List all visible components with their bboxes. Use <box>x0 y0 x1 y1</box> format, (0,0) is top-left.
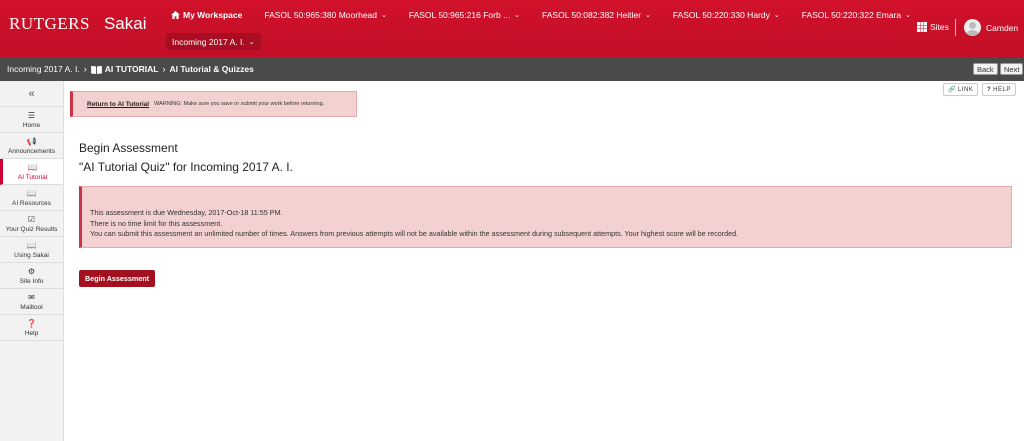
site-tabs: My Workspace FASOL 50:965:380 Moorhead ⌄… <box>171 10 933 20</box>
chevron-down-icon[interactable]: ⌄ <box>774 11 780 19</box>
tool-site-info[interactable]: ⚙ Site Info <box>0 263 63 289</box>
back-button[interactable]: Back <box>973 63 998 75</box>
breadcrumb-tool[interactable]: AI TUTORIAL <box>105 64 159 74</box>
tool-label: Site Info <box>19 277 44 285</box>
next-button[interactable]: Next <box>1000 63 1024 75</box>
megaphone-icon: 📢 <box>26 136 37 146</box>
current-site-tab[interactable]: Incoming 2017 A. I. ⌄ <box>166 33 261 50</box>
tool-your-quiz-results[interactable]: ☑ Your Quiz Results <box>0 211 63 237</box>
site-tab-label: FASOL 50:220:322 Emara <box>801 10 902 20</box>
tool-announcements[interactable]: 📢 Announcements <box>0 133 63 159</box>
site-tab-emara[interactable]: FASOL 50:220:322 Emara ⌄ <box>802 10 911 20</box>
page-title: Begin Assessment <box>79 141 178 155</box>
site-tab-label: FASOL 50:220:330 Hardy <box>672 10 770 20</box>
assessment-info-box: This assessment is due Wednesday, 2017-O… <box>79 186 1012 248</box>
chevron-right-icon: › <box>83 64 87 74</box>
site-tab-label: FASOL 50:965:216 Forb ... <box>408 10 511 20</box>
warning-text: WARNING: Make sure you save or submit yo… <box>154 101 325 107</box>
user-name: Camden <box>986 22 1019 33</box>
my-workspace-label: My Workspace <box>183 10 243 20</box>
link-label: LINK <box>957 86 974 93</box>
chevron-down-icon[interactable]: ⌄ <box>249 38 255 46</box>
header-divider <box>955 19 956 36</box>
logo-rutgers-text: RUTGERS <box>9 14 90 33</box>
tool-label: Help <box>24 329 39 337</box>
tool-home[interactable]: ☰ Home <box>0 107 63 133</box>
tool-mailtool[interactable]: ✉ Mailtool <box>0 289 63 315</box>
envelope-icon: ✉ <box>28 292 35 302</box>
rutgers-sakai-logo[interactable]: RUTGERS Sakai <box>9 14 147 34</box>
current-site-label: Incoming 2017 A. I. <box>172 36 245 47</box>
time-limit-text: There is no time limit for this assessme… <box>90 218 223 228</box>
site-tab-forb[interactable]: FASOL 50:965:216 Forb ... ⌄ <box>409 10 520 20</box>
assessment-subtitle: "AI Tutorial Quiz" for Incoming 2017 A. … <box>79 160 293 174</box>
site-tab-hardy[interactable]: FASOL 50:220:330 Hardy ⌄ <box>673 10 780 20</box>
tool-ai-tutorial[interactable]: 📖 AI Tutorial <box>0 159 63 185</box>
tool-label: Home <box>22 121 41 129</box>
site-tab-heitler[interactable]: FASOL 50:082:382 Heitler ⌄ <box>542 10 651 20</box>
breadcrumb-page: AI Tutorial & Quizzes <box>169 64 254 74</box>
collapse-menu-icon[interactable]: « <box>0 81 63 107</box>
tool-label: Mailtool <box>20 303 43 311</box>
chevron-down-icon[interactable]: ⌄ <box>645 11 651 19</box>
book-icon <box>90 65 102 74</box>
return-warning-box: Return to AI Tutorial WARNING: Make sure… <box>70 91 357 117</box>
site-tab-moorhead[interactable]: FASOL 50:965:380 Moorhead ⌄ <box>264 10 387 20</box>
breadcrumb: Incoming 2017 A. I. › AI TUTORIAL › AI T… <box>0 57 1024 81</box>
breadcrumb-site[interactable]: Incoming 2017 A. I. <box>7 64 80 74</box>
tool-label: AI Tutorial <box>17 173 48 181</box>
grid-icon <box>917 22 927 32</box>
chevron-right-icon: › <box>162 64 166 74</box>
book-icon: 📖 <box>26 188 37 198</box>
tool-using-sakai[interactable]: 📖 Using Sakai <box>0 237 63 263</box>
tool-label: Announcements <box>8 147 55 155</box>
begin-assessment-button[interactable]: Begin Assessment <box>79 270 156 287</box>
help-icon: ❓ <box>26 318 37 328</box>
top-header: RUTGERS Sakai My Workspace FASOL 50:965:… <box>0 0 1024 57</box>
sites-label: Sites <box>930 22 949 32</box>
gear-icon: ⚙ <box>27 266 36 276</box>
user-menu-button[interactable]: Camden <box>964 19 1018 36</box>
link-icon: 🔗 <box>948 87 956 93</box>
sites-button[interactable]: Sites <box>917 22 949 32</box>
return-to-ai-tutorial-link[interactable]: Return to AI Tutorial <box>87 101 149 108</box>
logo-sakai-text: Sakai <box>103 14 147 33</box>
my-workspace-tab[interactable]: My Workspace <box>171 10 242 20</box>
tool-label: Your Quiz Results <box>5 225 58 233</box>
home-icon <box>171 11 180 19</box>
site-tab-label: FASOL 50:082:382 Heitler <box>542 10 641 20</box>
chevron-down-icon[interactable]: ⌄ <box>514 11 520 19</box>
tool-ai-resources[interactable]: 📖 AI Resources <box>0 185 63 211</box>
tool-help[interactable]: ❓ Help <box>0 315 63 341</box>
chevron-down-icon[interactable]: ⌄ <box>381 11 387 19</box>
tool-menu: « ☰ Home 📢 Announcements 📖 AI Tutorial 📖… <box>0 81 64 441</box>
checkbox-icon: ☑ <box>27 214 36 224</box>
help-button[interactable]: ? HELP <box>982 83 1016 96</box>
question-icon: ? <box>987 86 992 93</box>
link-button[interactable]: 🔗 LINK <box>943 83 979 96</box>
tool-label: Using Sakai <box>14 251 49 259</box>
avatar <box>964 19 981 36</box>
book-icon: 📖 <box>26 240 37 250</box>
book-icon: 📖 <box>27 162 38 172</box>
chevron-down-icon[interactable]: ⌄ <box>905 11 911 19</box>
due-date-text: This assessment is due Wednesday, 2017-O… <box>90 208 283 217</box>
tool-label: AI Resources <box>11 199 52 207</box>
submission-policy-text: You can submit this assessment an unlimi… <box>90 229 739 238</box>
list-icon: ☰ <box>27 110 36 120</box>
site-tab-label: FASOL 50:965:380 Moorhead <box>264 10 377 20</box>
help-label: HELP <box>993 86 1011 93</box>
